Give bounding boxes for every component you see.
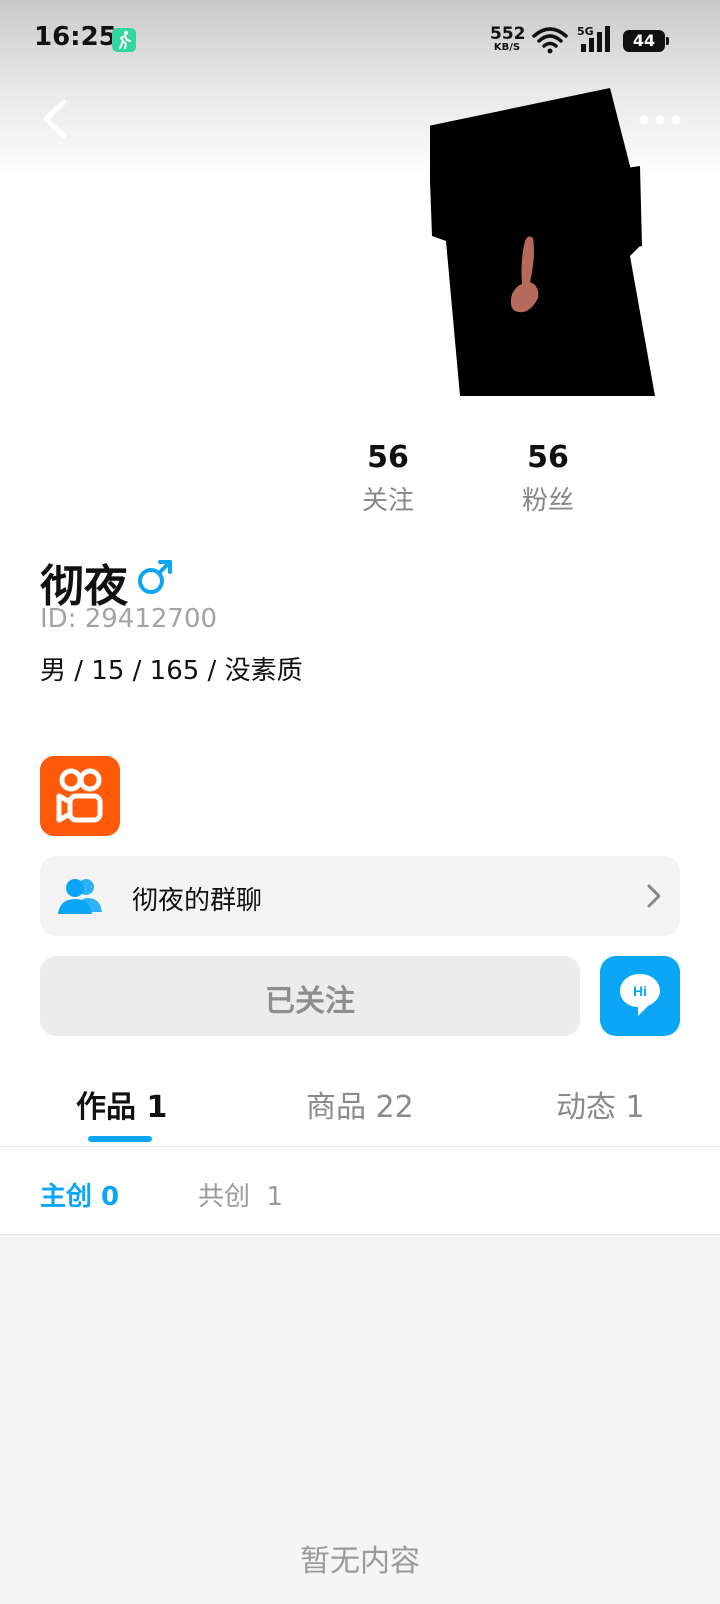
followers-count: 56 — [527, 440, 569, 475]
followers-label: 粉丝 — [521, 486, 574, 516]
status-time: 16:25 — [34, 22, 117, 52]
hi-chat-icon: Hi — [620, 974, 660, 1016]
subtab-co-creator[interactable]: 共创 1 — [198, 1176, 283, 1213]
battery-icon: 44 — [623, 30, 665, 52]
empty-state-text: 暂无内容 — [300, 1544, 420, 1579]
network-speed: 552 KB/S — [490, 24, 526, 53]
profile-bio: 男 / 15 / 165 / 没素质 — [40, 656, 303, 686]
kuaishou-logo[interactable] — [40, 756, 120, 836]
followed-label: 已关注 — [265, 984, 355, 1019]
tab-moments[interactable]: 动态 1 — [556, 1082, 645, 1126]
tab-works[interactable]: 作品 1 — [76, 1082, 167, 1126]
chevron-right-icon — [647, 884, 661, 908]
battery-level: 44 — [632, 31, 656, 50]
group-chat-label: 彻夜的群聊 — [132, 886, 263, 916]
hi-message-button[interactable]: Hi — [600, 956, 680, 1036]
network-speed-unit: KB/S — [493, 42, 521, 53]
following-label: 关注 — [361, 486, 414, 516]
followers-stat[interactable]: 56 粉丝 — [488, 440, 608, 517]
wifi-icon — [532, 27, 568, 54]
tabs-divider — [0, 1146, 720, 1147]
active-tab-indicator — [88, 1136, 152, 1142]
male-gender-icon — [138, 560, 172, 594]
subtab-main-creator[interactable]: 主创 0 — [40, 1176, 119, 1213]
followed-button[interactable]: 已关注 — [40, 956, 580, 1036]
avatar[interactable] — [430, 86, 670, 406]
fitness-app-icon — [112, 28, 136, 52]
tab-products[interactable]: 商品 22 — [306, 1082, 414, 1126]
network-speed-value: 552 — [490, 24, 526, 44]
camera-icon — [56, 768, 103, 823]
signal-icon — [581, 26, 610, 52]
group-chat-row[interactable]: 彻夜的群聊 — [40, 856, 680, 936]
battery-cap — [666, 37, 669, 45]
group-icon — [58, 879, 102, 914]
status-bar: 16:25 552 KB/S 5G 44 — [0, 0, 720, 80]
following-count: 56 — [367, 440, 409, 475]
hi-label: Hi — [633, 983, 647, 999]
user-id: ID: 29412700 — [40, 604, 218, 634]
following-stat[interactable]: 56 关注 — [328, 440, 448, 517]
back-icon[interactable] — [36, 96, 76, 142]
